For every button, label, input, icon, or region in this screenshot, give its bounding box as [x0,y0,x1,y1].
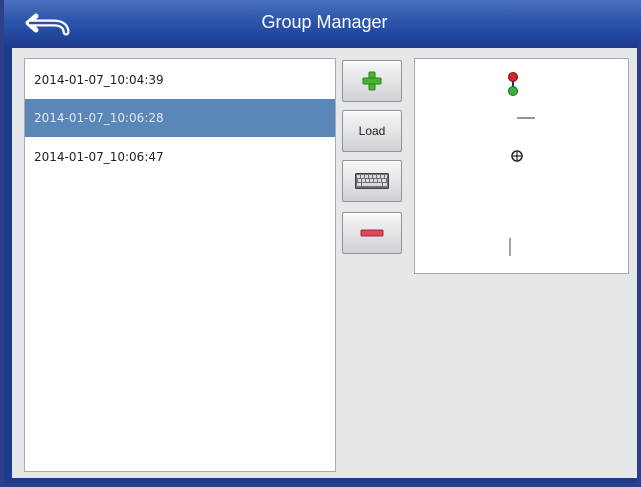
list-item[interactable]: 2014-01-07_10:04:39 [25,61,335,99]
group-list[interactable]: 2014-01-07_10:04:39 2014-01-07_10:06:28 … [24,58,336,472]
add-button[interactable] [342,60,402,102]
rename-keyboard-button[interactable] [342,160,402,202]
window-title: Group Manager [261,12,388,32]
group-name: 2014-01-07_10:06:47 [34,150,164,164]
traffic-light-icon [508,72,518,96]
list-item[interactable]: 2014-01-07_10:06:47 [25,138,335,176]
back-button[interactable] [22,6,72,40]
load-button[interactable]: Load [342,110,402,152]
load-label: Load [358,124,386,138]
group-name: 2014-01-07_10:06:28 [34,111,164,125]
crosshair-icon [511,150,523,162]
vertical-line-icon [509,238,511,256]
dash-icon [517,117,535,119]
plus-icon [362,71,382,91]
keyboard-icon [355,173,389,189]
delete-button[interactable] [342,212,402,254]
group-name: 2014-01-07_10:04:39 [34,73,164,87]
group-preview [414,58,629,274]
title-bar: Group Manager [4,0,641,44]
list-item-selected[interactable]: 2014-01-07_10:06:28 [25,99,335,137]
back-arrow-icon [25,13,70,36]
minus-icon [360,229,384,237]
